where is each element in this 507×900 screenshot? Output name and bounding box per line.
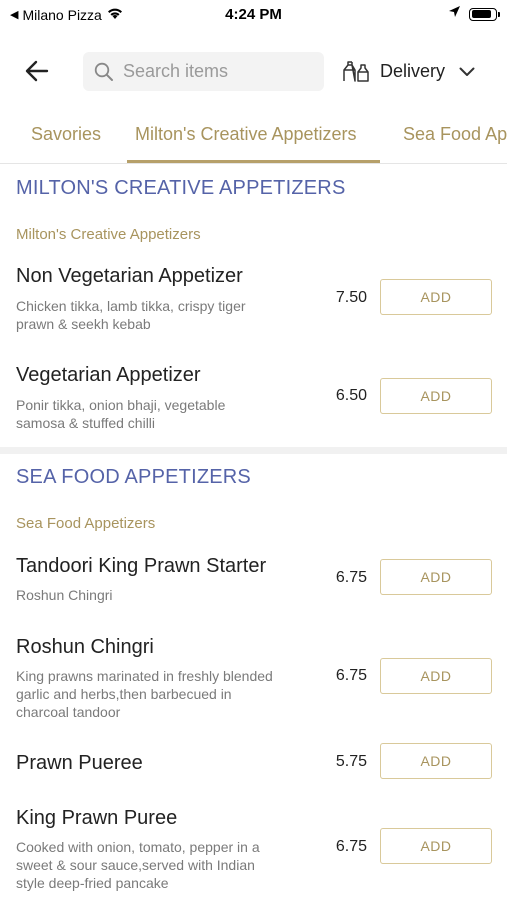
tab-savories[interactable]: Savories <box>31 124 101 145</box>
item-price: 5.75 <box>335 753 367 770</box>
item-name: King Prawn Puree <box>16 807 178 829</box>
battery-icon <box>469 7 500 21</box>
status-bar: ◀ Milano Pizza 4:24 PM <box>0 0 507 30</box>
item-name: Non Vegetarian Appetizer <box>16 265 243 287</box>
item-price: 6.75 <box>335 838 367 855</box>
delivery-selector[interactable]: Delivery <box>340 52 490 91</box>
status-time: 4:24 PM <box>225 6 282 23</box>
active-tab-indicator <box>127 160 380 163</box>
section-title: SEA FOOD APPETIZERS <box>16 466 251 488</box>
item-price: 6.75 <box>335 569 367 586</box>
item-price: 7.50 <box>335 289 367 306</box>
add-button[interactable]: ADD <box>380 378 492 414</box>
chevron-down-icon <box>459 67 475 77</box>
delivery-label: Delivery <box>380 61 446 81</box>
section-title: MILTON'S CREATIVE APPETIZERS <box>16 177 346 199</box>
item-description: Ponir tikka, onion bhaji, vegetable samo… <box>16 397 226 431</box>
item-description: Chicken tikka, lamb tikka, crispy tiger … <box>16 298 246 332</box>
item-price: 6.75 <box>335 667 367 684</box>
add-button[interactable]: ADD <box>380 279 492 315</box>
item-name: Roshun Chingri <box>16 636 154 658</box>
item-name: Vegetarian Appetizer <box>16 364 201 386</box>
tab-miltons-creative-appetizers[interactable]: Milton's Creative Appetizers <box>135 124 357 145</box>
delivery-bag-icon <box>340 60 372 84</box>
tab-sea-food-appetizers[interactable]: Sea Food Appetizers <box>403 124 507 145</box>
search-input[interactable] <box>123 61 313 82</box>
add-button[interactable]: ADD <box>380 658 492 694</box>
section-divider <box>0 447 507 454</box>
item-description: Cooked with onion, tomato, pepper in a s… <box>16 839 260 891</box>
search-bar[interactable] <box>83 52 324 91</box>
add-button[interactable]: ADD <box>380 743 492 779</box>
item-description: Roshun Chingri <box>16 587 113 603</box>
item-description: King prawns marinated in freshly blended… <box>16 668 273 720</box>
add-button[interactable]: ADD <box>380 559 492 595</box>
item-name: Prawn Pueree <box>16 752 143 774</box>
search-icon <box>93 61 115 83</box>
item-name: Tandoori King Prawn Starter <box>16 555 267 577</box>
back-button[interactable] <box>22 56 52 86</box>
add-button[interactable]: ADD <box>380 828 492 864</box>
top-bar: Delivery <box>0 48 507 94</box>
category-tabs: Savories Milton's Creative Appetizers Se… <box>0 110 507 164</box>
section-subtitle: Milton's Creative Appetizers <box>16 226 201 243</box>
item-price: 6.50 <box>335 387 367 404</box>
location-arrow-icon <box>448 5 461 23</box>
arrow-left-icon <box>25 60 49 82</box>
section-subtitle: Sea Food Appetizers <box>16 515 156 532</box>
